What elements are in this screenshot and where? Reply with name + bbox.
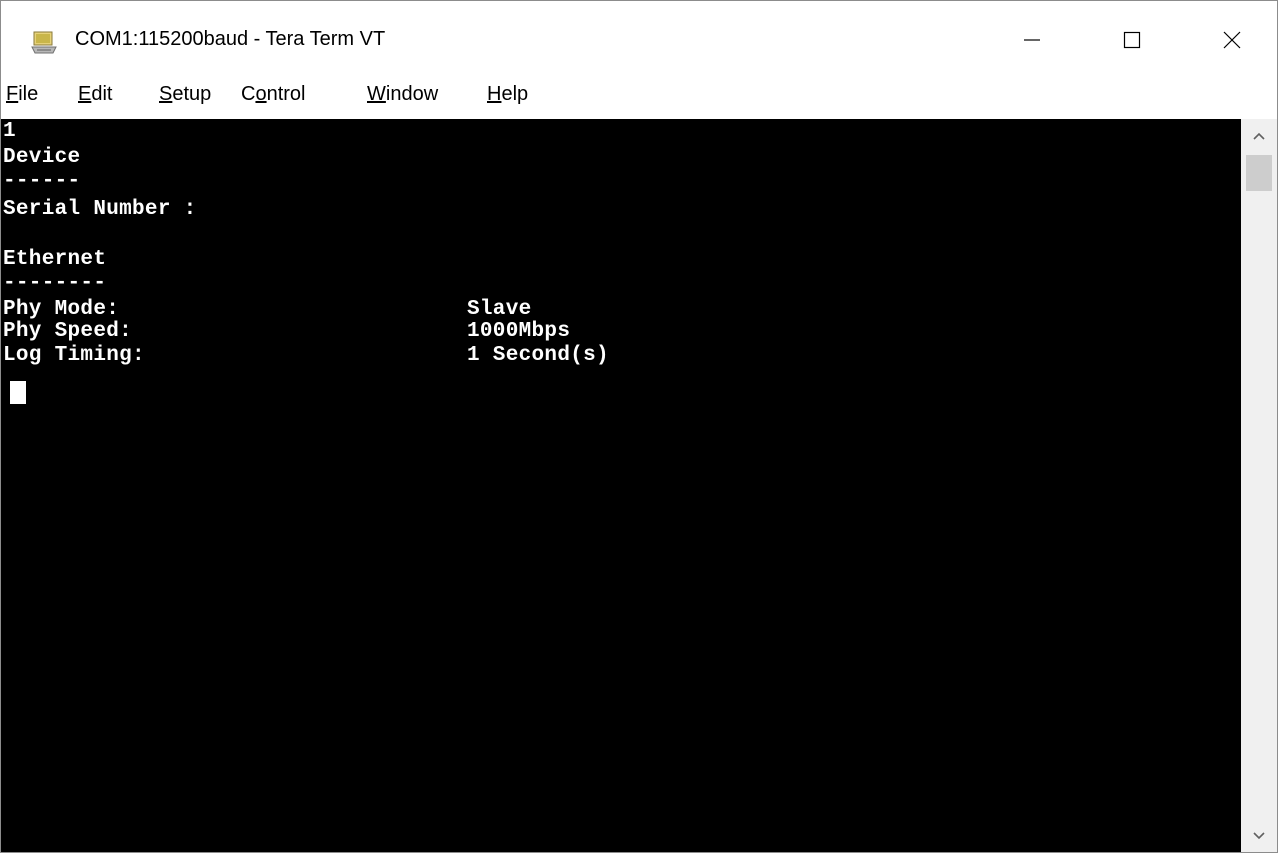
terminal-line: 1 — [3, 120, 16, 143]
menu-setup-label: etup — [172, 83, 212, 105]
menu-edit[interactable]: Edit — [78, 83, 112, 106]
menu-edit-label: dit — [91, 83, 113, 105]
phy-speed-value: 1000Mbps — [467, 320, 571, 343]
scroll-up-button[interactable] — [1241, 119, 1277, 153]
menu-file[interactable]: File — [6, 83, 38, 106]
terminal-line: -------- — [3, 272, 107, 295]
menu-file-accel: F — [6, 83, 19, 105]
log-timing-value: 1 Second(s) — [467, 344, 609, 367]
scroll-down-button[interactable] — [1241, 819, 1277, 852]
menu-help-label: elp — [501, 83, 529, 105]
maximize-button[interactable] — [1087, 1, 1177, 79]
chevron-up-icon — [1253, 132, 1265, 140]
menu-file-label: ile — [18, 83, 39, 105]
tera-term-icon[interactable] — [31, 29, 57, 55]
close-icon — [1223, 31, 1241, 49]
terminal-line: Serial Number : — [3, 198, 197, 221]
terminal-line: Ethernet — [3, 248, 107, 271]
menu-setup-accel: S — [159, 83, 173, 105]
window-title: COM1:115200baud - Tera Term VT — [75, 28, 386, 50]
chevron-down-icon — [1253, 832, 1265, 840]
menu-window-accel: W — [367, 83, 386, 105]
vertical-scrollbar[interactable] — [1241, 119, 1277, 852]
menu-bar: File Edit Setup Control Window Help — [1, 79, 1277, 117]
menu-control-accel: o — [255, 83, 267, 105]
terminal-line: Phy Speed: — [3, 320, 133, 343]
tera-term-window: COM1:115200baud - Tera Term VT File Edit… — [0, 0, 1278, 853]
menu-control-pre: C — [241, 83, 256, 105]
terminal-screen[interactable]: 1 Device ------ Serial Number : Ethernet… — [1, 119, 1241, 852]
menu-control-label: ntrol — [266, 83, 306, 105]
menu-help[interactable]: Help — [487, 83, 528, 106]
minimize-icon — [1024, 39, 1040, 41]
close-button[interactable] — [1187, 1, 1277, 79]
terminal-line: Log Timing: — [3, 344, 145, 367]
menu-help-accel: H — [487, 83, 502, 105]
terminal-line: Device — [3, 146, 81, 169]
title-bar[interactable]: COM1:115200baud - Tera Term VT — [1, 1, 1277, 79]
maximize-icon — [1123, 31, 1141, 49]
terminal-line: ------ — [3, 170, 81, 193]
terminal-cursor — [10, 381, 26, 404]
minimize-button[interactable] — [987, 1, 1077, 79]
menu-control[interactable]: Control — [241, 83, 305, 106]
scroll-thumb[interactable] — [1246, 155, 1272, 191]
menu-setup[interactable]: Setup — [159, 83, 211, 106]
menu-edit-accel: E — [78, 83, 92, 105]
menu-window[interactable]: Window — [367, 83, 438, 106]
menu-window-label: indow — [385, 83, 439, 105]
